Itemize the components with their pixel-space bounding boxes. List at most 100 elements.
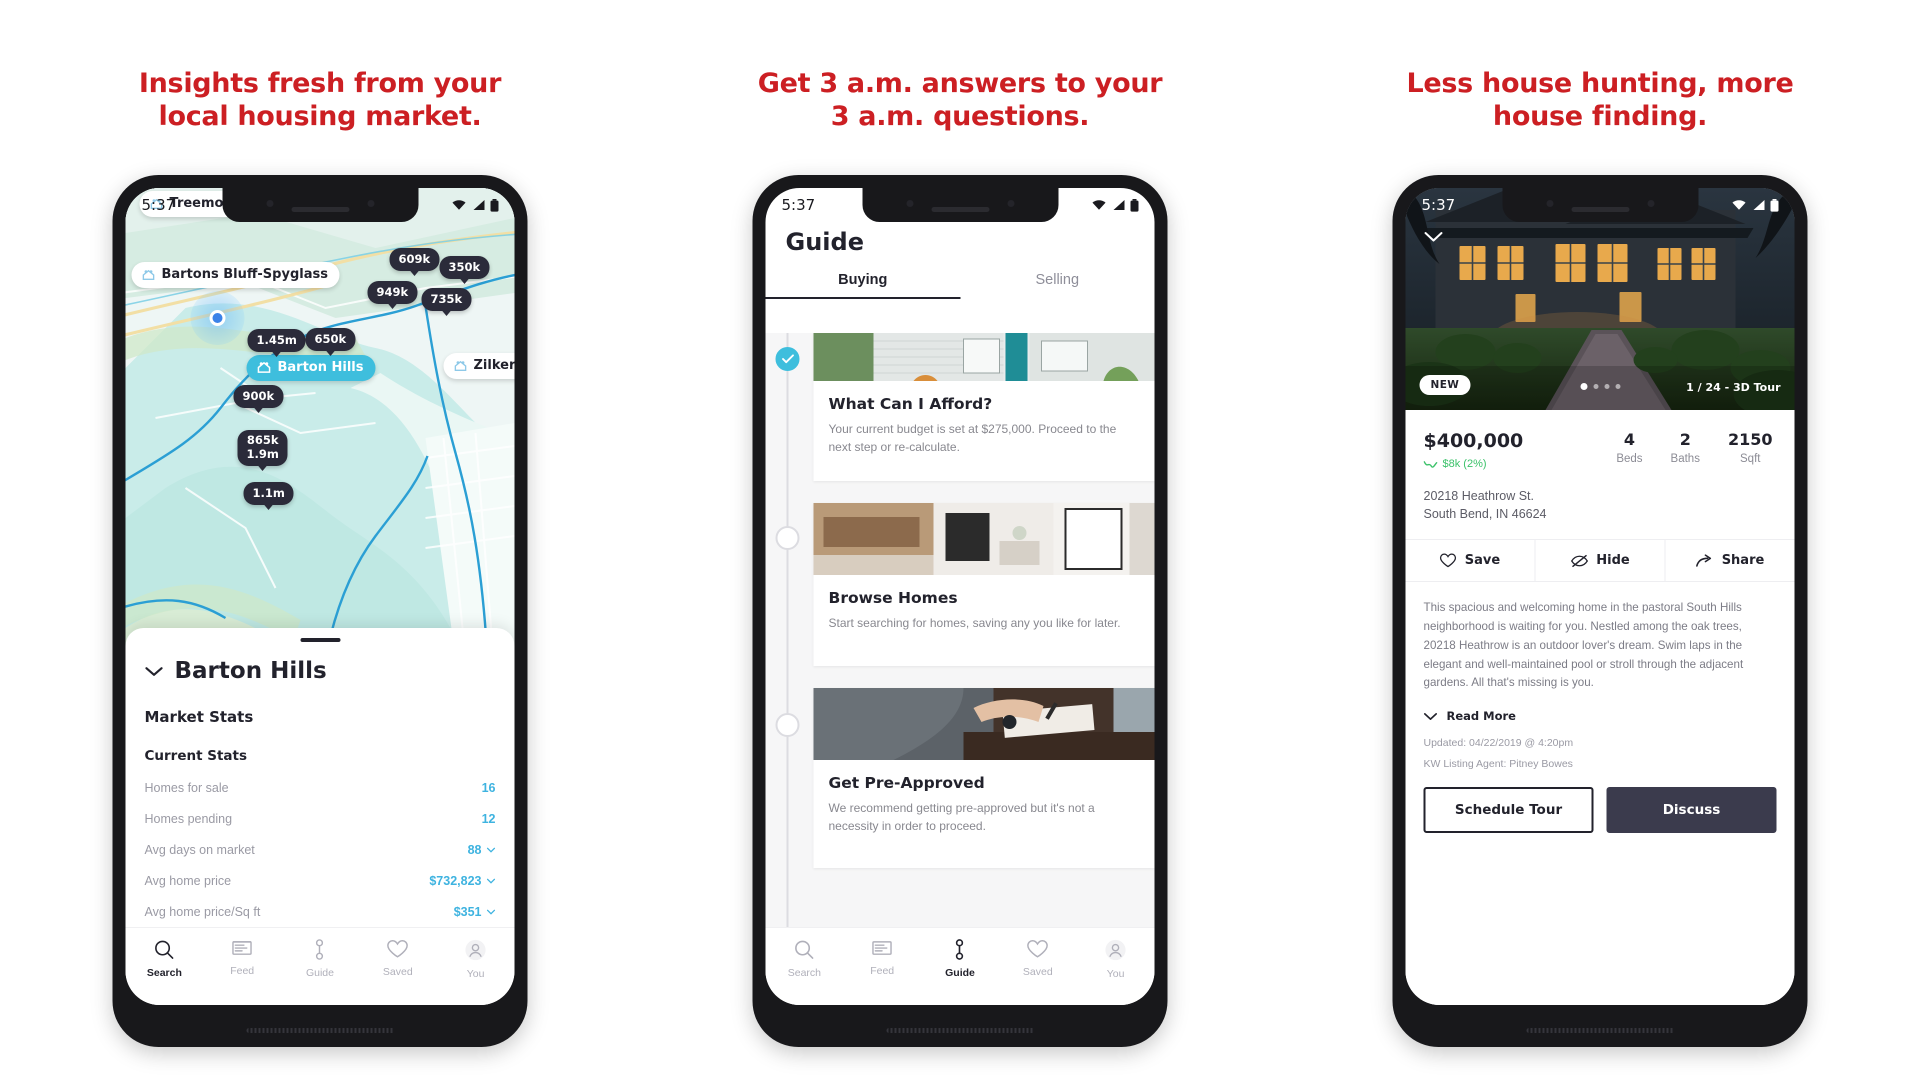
listing-description: This spacious and welcoming home in the …: [1423, 601, 1744, 690]
tab-label: Guide: [945, 967, 975, 979]
listing-actions[interactable]: Save Hide Share: [1405, 539, 1795, 583]
guide-card[interactable]: What Can I Afford? Your current budget i…: [813, 333, 1155, 481]
chevron-down-icon: [1423, 712, 1438, 720]
listing-cta-row[interactable]: Schedule Tour Discuss: [1406, 770, 1795, 834]
front-camera-icon: [1546, 200, 1553, 207]
tab-feed[interactable]: Feed: [843, 939, 921, 977]
card-description: Your current budget is set at $275,000. …: [828, 422, 1117, 455]
tab-search[interactable]: Search: [126, 939, 204, 979]
carousel-dot[interactable]: [1604, 384, 1609, 389]
price-pin-label: 865k: [246, 433, 279, 447]
tab-label: Saved: [382, 966, 413, 978]
phone-frame-1: Treemont Bartons Bluff-Spyglass Barton H…: [112, 175, 528, 1047]
stat-value: 16: [482, 781, 496, 795]
tab-selling[interactable]: Selling: [960, 272, 1155, 299]
carousel-dot[interactable]: [1615, 384, 1620, 389]
fact-beds: 4 Beds: [1616, 430, 1642, 467]
bottom-speaker-grille: [1526, 1028, 1674, 1033]
price-pin[interactable]: 900k: [233, 385, 284, 408]
guide-steps-list[interactable]: What Can I Afford? Your current budget i…: [765, 333, 1155, 927]
save-button[interactable]: Save: [1406, 540, 1535, 581]
stat-value-text: $351: [453, 905, 482, 919]
guide-tabs[interactable]: Buying Selling: [765, 272, 1155, 299]
step-node-pending: [775, 713, 800, 737]
tab-you[interactable]: You: [1077, 939, 1155, 980]
chevron-down-icon[interactable]: [486, 847, 496, 853]
price-pin[interactable]: 949k: [367, 281, 418, 304]
map-label-zilker[interactable]: Zilker W: [443, 353, 515, 379]
tab-saved[interactable]: Saved: [999, 939, 1077, 978]
step-node-complete: [775, 347, 800, 371]
map-label-barton-hills[interactable]: Barton Hills: [246, 355, 376, 381]
price-pin[interactable]: 1.45m: [247, 329, 306, 352]
search-icon: [155, 940, 174, 959]
address-line-1: 20218 Heathrow St.: [1423, 489, 1535, 503]
check-icon: [781, 354, 794, 364]
status-time: 5:37: [781, 196, 816, 214]
person-icon: [1105, 939, 1126, 961]
read-more-button[interactable]: Read More: [1406, 693, 1795, 723]
price-pin[interactable]: 609k: [389, 248, 440, 271]
map-label-bartons-bluff[interactable]: Bartons Bluff-Spyglass: [131, 262, 340, 288]
carousel-dot-active[interactable]: [1580, 383, 1587, 390]
bottom-tab-bar-2[interactable]: Search Feed Guide Saved You: [765, 927, 1155, 1005]
price-pin[interactable]: 865k 1.9m: [237, 430, 288, 466]
photo-counter-and-tour[interactable]: 1 / 24 - 3D Tour: [1686, 381, 1780, 394]
sheet-grabber[interactable]: [300, 638, 340, 642]
neighborhood-sheet[interactable]: Barton Hills Market Stats Current Stats …: [125, 628, 515, 927]
bottom-speaker-grille: [886, 1028, 1034, 1033]
front-camera-icon: [906, 200, 913, 207]
tab-feed[interactable]: Feed: [203, 939, 281, 977]
card-body: Get Pre-Approved We recommend getting pr…: [814, 760, 1155, 852]
price-pin[interactable]: 1.1m: [243, 482, 294, 505]
price-pin-label: 949k: [376, 285, 409, 299]
tab-label: Saved: [1022, 966, 1053, 978]
house-pets-icon: [150, 198, 163, 209]
hide-button[interactable]: Hide: [1534, 540, 1665, 582]
stat-row[interactable]: Avg days on market 88: [145, 843, 496, 857]
stat-row: Homes pending 12: [145, 812, 496, 826]
stat-value-text: 88: [467, 843, 482, 857]
step-node-pending: [775, 526, 800, 550]
tab-label: Search: [146, 967, 182, 979]
address-line-2: South Bend, IN 46624: [1423, 507, 1547, 522]
status-badge-new: NEW: [1419, 375, 1471, 395]
card-body: Browse Homes Start searching for homes, …: [814, 575, 1155, 649]
guide-card[interactable]: Get Pre-Approved We recommend getting pr…: [813, 688, 1155, 868]
tab-search[interactable]: Search: [766, 939, 844, 979]
stat-row[interactable]: Avg home price $732,823: [145, 874, 496, 888]
card-image: [813, 503, 1155, 575]
share-button[interactable]: Share: [1664, 540, 1795, 582]
carousel-dot[interactable]: [1593, 384, 1598, 389]
collapse-hero-button[interactable]: [1424, 230, 1444, 248]
map-view[interactable]: Treemont Bartons Bluff-Spyglass Barton H…: [125, 188, 515, 658]
price-pin[interactable]: 650k: [305, 328, 356, 351]
chevron-down-icon[interactable]: [486, 909, 496, 915]
tab-you[interactable]: You: [437, 939, 515, 980]
sensor-icon: [367, 200, 374, 207]
carousel-dots[interactable]: [1580, 383, 1620, 390]
tab-guide[interactable]: Guide: [281, 939, 359, 979]
sheet-title-row[interactable]: Barton Hills: [145, 658, 496, 684]
sensor-icon: [1647, 200, 1654, 207]
tab-guide[interactable]: Guide: [921, 939, 999, 979]
price-pin[interactable]: 350k: [439, 256, 490, 279]
guide-header: Guide Buying Selling: [765, 222, 1155, 299]
tab-saved[interactable]: Saved: [359, 939, 437, 978]
price-pin-label: 350k: [448, 260, 481, 274]
discuss-button[interactable]: Discuss: [1606, 787, 1777, 834]
guide-card[interactable]: Browse Homes Start searching for homes, …: [813, 503, 1155, 666]
chevron-down-icon[interactable]: [145, 665, 164, 678]
tab-buying[interactable]: Buying: [766, 272, 961, 299]
stat-row: Homes for sale 16: [145, 781, 496, 795]
card-image: [813, 333, 1155, 381]
earpiece-speaker: [931, 207, 989, 212]
front-camera-icon: [266, 200, 273, 207]
stat-row[interactable]: Avg home price/Sq ft $351: [145, 905, 496, 919]
map-label-text: Barton Hills: [277, 360, 364, 375]
stat-value-text: 16: [481, 781, 496, 795]
schedule-tour-button[interactable]: Schedule Tour: [1423, 787, 1594, 834]
bottom-tab-bar-1[interactable]: Search Feed Guide Saved You: [125, 927, 515, 1005]
price-pin[interactable]: 735k: [421, 288, 472, 311]
chevron-down-icon[interactable]: [486, 878, 496, 884]
